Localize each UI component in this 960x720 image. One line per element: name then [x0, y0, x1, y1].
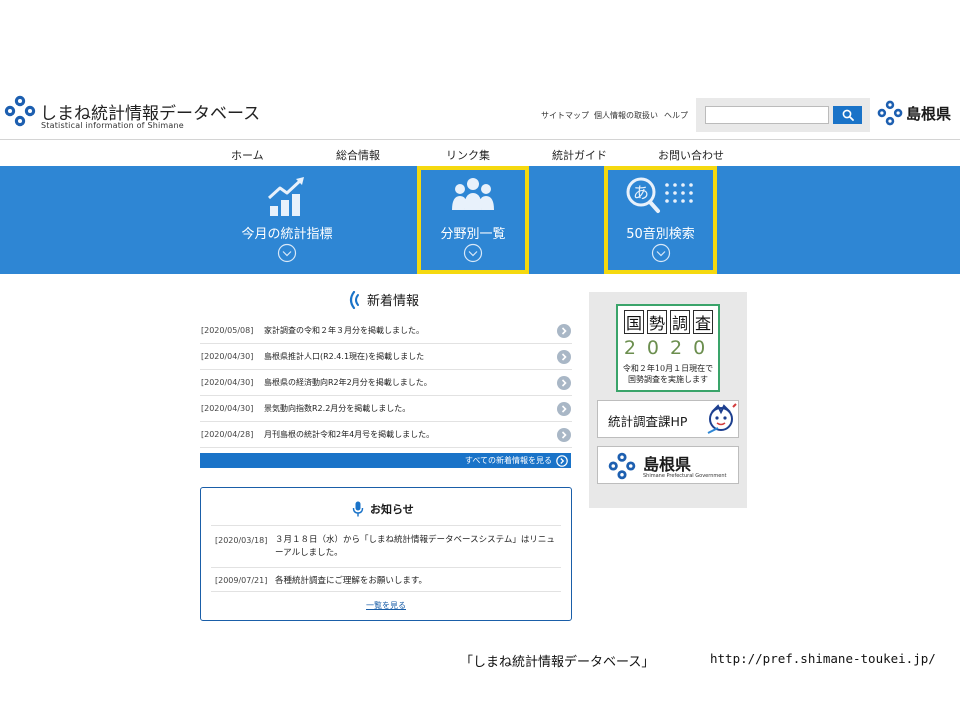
census-2020-banner[interactable]: 国 勢 調 査 2020 令和２年10月１日現在で 国勢調査を実施します — [616, 304, 720, 392]
nav-general-info[interactable]: 総合情報 — [336, 147, 380, 163]
notice-date: [2020/03/18] — [215, 536, 268, 545]
news-date: [2020/04/30] — [201, 404, 254, 413]
feature-monthly-indicators[interactable]: 今月の統計指標 — [227, 166, 347, 274]
arrow-right-circle-icon — [556, 454, 568, 467]
prefecture-banner-name: 島根県 — [643, 455, 692, 474]
mascot-icon — [707, 403, 737, 434]
chart-up-icon — [267, 177, 304, 216]
news-text[interactable]: 月刊島根の統計令和2年4月号を掲載しました。 — [264, 429, 557, 440]
statistics-division-banner[interactable]: 統計調査課HP — [597, 400, 739, 438]
news-item[interactable]: [2020/04/30] 島根県推計人口(R2.4.1現在)を掲載しました — [200, 344, 572, 370]
privacy-link[interactable]: 個人情報の取扱い — [594, 110, 658, 121]
feature-label: 50音別検索 — [626, 227, 695, 242]
arrow-right-circle-icon[interactable] — [557, 427, 571, 442]
arrow-right-circle-icon[interactable] — [557, 349, 571, 364]
news-text[interactable]: 島根県推計人口(R2.4.1現在)を掲載しました — [264, 351, 557, 362]
shimane-logo-icon[interactable] — [4, 95, 36, 127]
news-item[interactable]: [2020/04/30] 景気動向指数R2.2月分を掲載しました。 — [200, 396, 572, 422]
notice-more-link[interactable]: 一覧を見る — [201, 600, 571, 611]
search-input[interactable] — [705, 106, 829, 124]
census-title-char: 査 — [693, 310, 713, 334]
feature-band: 今月の統計指標 分野別一覧 あ 50音別検索 — [0, 166, 960, 274]
notice-panel: お知らせ [2020/03/18] ３月１８日（水）から「しまね統計情報データベ… — [200, 487, 572, 621]
search-button[interactable] — [833, 106, 862, 124]
census-title-char: 勢 — [647, 310, 667, 334]
kana-search-icon: あ — [626, 177, 693, 213]
notice-text[interactable]: ３月１８日（水）から「しまね統計情報データベースシステム」はリニューアルしました… — [269, 534, 561, 567]
census-year-text: 2020 — [624, 338, 716, 358]
notice-text[interactable]: 各種統計調査にご理解をお願いします。 — [269, 575, 561, 591]
feature-label: 今月の統計指標 — [241, 227, 333, 242]
nav-home[interactable]: ホーム — [231, 147, 264, 163]
all-news-button[interactable]: すべての新着情報を見る — [200, 453, 571, 468]
shimane-prefecture-banner[interactable]: 島根県 Shimane Prefectural Government — [597, 446, 739, 484]
census-caption-line: 国勢調査を実施します — [628, 375, 708, 384]
site-header: しまね統計情報データベース Statistical information of… — [0, 88, 960, 140]
news-text[interactable]: 景気動向指数R2.2月分を掲載しました。 — [264, 403, 557, 414]
prefecture-name[interactable]: 島根県 — [906, 103, 951, 124]
news-item[interactable]: [2020/05/08] 家計調査の令和２年３月分を掲載しました。 — [200, 318, 572, 344]
news-date: [2020/04/30] — [201, 352, 254, 361]
prefecture-emblem-icon — [608, 452, 636, 480]
people-group-icon — [452, 178, 494, 210]
broadcast-icon — [349, 290, 359, 309]
chevron-down-icon — [651, 243, 670, 263]
news-item[interactable]: [2020/04/30] 島根県の経済動向R2年2月分を掲載しました。 — [200, 370, 572, 396]
footer-caption: 「しまね統計情報データベース」 — [460, 655, 655, 670]
notice-item[interactable]: [2020/03/18] ３月１８日（水）から「しまね統計情報データベースシステ… — [211, 525, 561, 567]
news-date: [2020/04/30] — [201, 378, 254, 387]
notice-heading: お知らせ — [352, 501, 414, 517]
news-text[interactable]: 家計調査の令和２年３月分を掲載しました。 — [264, 325, 557, 336]
sitemap-link[interactable]: サイトマップ — [541, 110, 589, 121]
census-year: 2020 — [624, 338, 716, 358]
news-text[interactable]: 島根県の経済動向R2年2月分を掲載しました。 — [264, 377, 557, 388]
all-news-label: すべての新着情報を見る — [464, 456, 552, 465]
feature-field-list[interactable]: 分野別一覧 — [417, 166, 529, 274]
statistics-division-label: 統計調査課HP — [608, 414, 688, 429]
chevron-down-icon — [463, 243, 483, 263]
help-link[interactable]: ヘルプ — [664, 110, 688, 121]
news-item[interactable]: [2020/04/28] 月刊島根の統計令和2年4月号を掲載しました。 — [200, 422, 572, 448]
feature-label: 分野別一覧 — [440, 227, 506, 242]
feature-kana-search[interactable]: あ 50音別検索 — [604, 166, 717, 274]
prefecture-banner-subtitle: Shimane Prefectural Government — [643, 473, 727, 479]
news-date: [2020/05/08] — [201, 326, 254, 335]
notice-date: [2009/07/21] — [215, 576, 268, 585]
footer-url[interactable]: http://pref.shimane-toukei.jp/ — [710, 651, 936, 666]
notice-heading-label: お知らせ — [370, 503, 414, 516]
side-banner-panel: 国 勢 調 査 2020 令和２年10月１日現在で 国勢調査を実施します 統計調… — [589, 292, 747, 508]
census-caption-line: 令和２年10月１日現在で — [622, 364, 714, 373]
microphone-icon — [352, 501, 364, 517]
nav-stat-guide[interactable]: 統計ガイド — [552, 147, 607, 163]
chevron-down-icon — [277, 243, 297, 263]
notice-item[interactable]: [2009/07/21] 各種統計調査にご理解をお願いします。 — [211, 567, 561, 592]
site-subtitle: Statistical information of Shimane — [41, 121, 184, 130]
arrow-right-circle-icon[interactable] — [557, 401, 571, 416]
nav-links[interactable]: リンク集 — [446, 147, 490, 163]
news-date: [2020/04/28] — [201, 430, 254, 439]
search-area — [696, 98, 870, 132]
arrow-right-circle-icon[interactable] — [557, 323, 571, 338]
news-heading-label: 新着情報 — [367, 294, 420, 309]
prefecture-emblem-icon[interactable] — [877, 100, 903, 126]
news-heading: 新着情報 — [347, 290, 419, 309]
svg-text:あ: あ — [632, 183, 648, 202]
census-title-char: 調 — [670, 310, 690, 334]
search-icon — [842, 109, 854, 121]
nav-contact[interactable]: お問い合わせ — [658, 147, 724, 163]
census-title: 国 勢 調 査 — [624, 310, 713, 334]
census-title-char: 国 — [624, 310, 644, 334]
arrow-right-circle-icon[interactable] — [557, 375, 571, 390]
